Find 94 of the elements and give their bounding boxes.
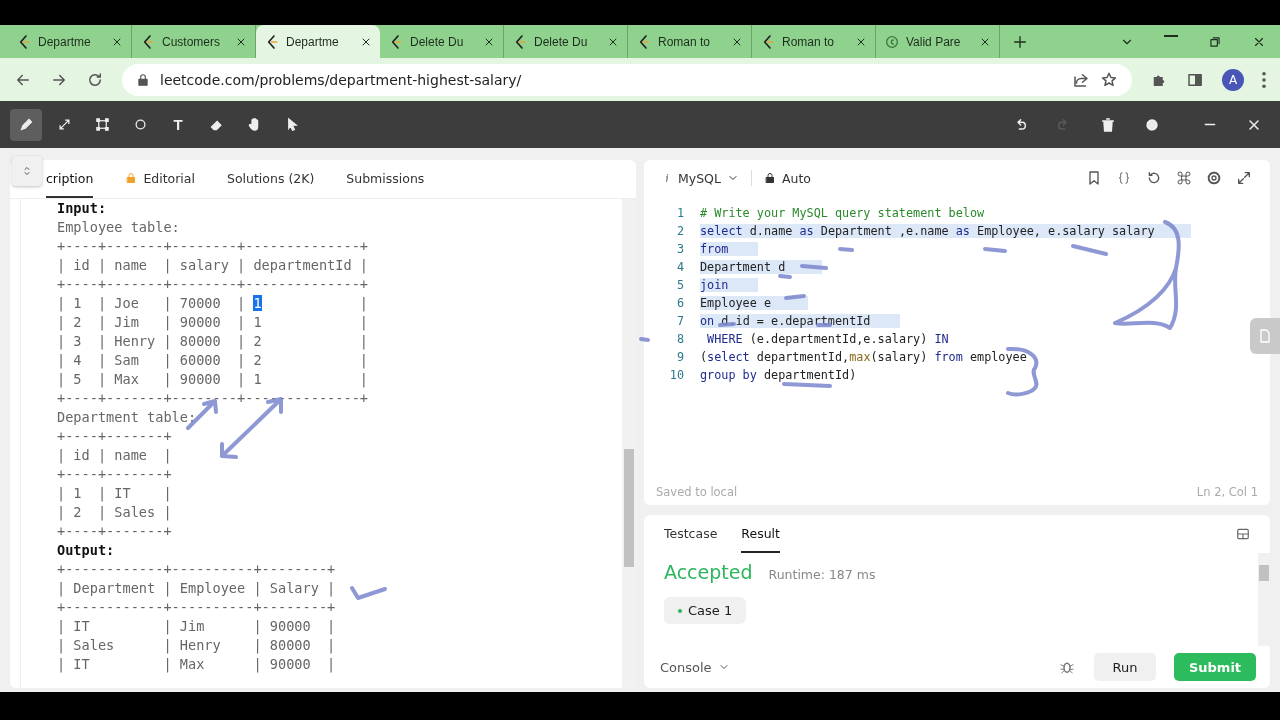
table-text-line: +----+-------+--------+--------------+ xyxy=(57,389,368,408)
profile-avatar[interactable]: A xyxy=(1222,68,1244,91)
address-bar[interactable]: leetcode.com/problems/department-highest-salary/ xyxy=(122,63,1132,96)
table-text-line: +------------+----------+--------+ xyxy=(57,560,336,579)
circle-logo-icon xyxy=(884,33,900,50)
panel-tab[interactable]: Editorial xyxy=(125,160,195,198)
star-icon xyxy=(1100,70,1118,89)
lock-icon xyxy=(125,172,138,184)
toggle-button[interactable] xyxy=(12,156,42,186)
table-text-line: | 1 | IT | xyxy=(57,484,172,503)
line-number: 2 xyxy=(675,224,684,238)
minimize-icon[interactable] xyxy=(1164,34,1178,37)
reset-icon xyxy=(1146,170,1162,186)
line-number: 4 xyxy=(675,260,684,274)
cursor-position: Ln 2, Col 1 xyxy=(1196,485,1258,499)
table-text-line: Department table: xyxy=(57,408,197,427)
layout-icon xyxy=(1236,527,1250,541)
line-number: 8 xyxy=(675,332,684,346)
table-text-line: +----+-------+ xyxy=(57,522,172,541)
line-number: 5 xyxy=(675,278,684,292)
table-text-line: | IT | Max | 90000 | xyxy=(57,655,336,674)
url-text: leetcode.com/problems/department-highest-salary/ xyxy=(160,71,523,88)
table-text-line: +----+-------+--------+--------------+ xyxy=(57,237,368,256)
table-text-line: | 1 | Joe | 70000 | 1 | xyxy=(57,294,368,313)
more-icon[interactable] xyxy=(1262,71,1266,88)
table-text-line: +----+-------+--------+--------------+ xyxy=(57,275,368,294)
table-text-line: +------------+----------+--------+ xyxy=(57,598,336,617)
pen-stroke xyxy=(784,294,806,300)
code-line[interactable]: # Write your MySQL query statement below xyxy=(700,206,985,220)
line-number: 6 xyxy=(675,296,684,310)
table-text-line: | 5 | Max | 90000 | 1 | xyxy=(57,370,368,389)
code-line[interactable]: WHERE (e.departmentId,e.salary) IN xyxy=(700,332,949,346)
scrollbar[interactable] xyxy=(1258,553,1270,646)
restore-icon xyxy=(1208,34,1222,49)
panel-tab[interactable]: Submissions xyxy=(346,160,425,198)
line-icon xyxy=(56,117,72,132)
table-text-line: | id | name | salary | departmentId | xyxy=(57,256,368,275)
table-text-line: | 2 | Jim | 90000 | 1 | xyxy=(57,313,368,332)
pen-stroke xyxy=(639,337,650,342)
runtime-text: Runtime: 187 ms xyxy=(768,567,876,582)
case-chip[interactable]: Case 1 xyxy=(664,597,747,624)
auto-mode-toggle[interactable]: Auto xyxy=(763,170,811,186)
browser-tab[interactable]: Departme xyxy=(256,25,380,58)
table-text-line: Employee table: xyxy=(57,218,180,237)
file-icon xyxy=(1257,328,1273,344)
pen-stroke xyxy=(778,274,792,279)
table-text-line: | Department | Employee | Salary | xyxy=(57,579,336,598)
pen-stroke xyxy=(838,247,854,252)
line-number: 9 xyxy=(675,350,684,364)
line-number: 10 xyxy=(668,368,684,382)
panel-tab[interactable]: Solutions (2K) xyxy=(227,160,315,198)
up-down-chevron-icon xyxy=(21,165,33,177)
lock-icon xyxy=(763,172,776,184)
pen-stroke xyxy=(983,247,1007,253)
table-text-line: +----+-------+ xyxy=(57,465,172,484)
pen-stroke xyxy=(1071,244,1108,256)
line-number: 7 xyxy=(675,314,684,328)
table-text-line: +----+-------+ xyxy=(57,427,172,446)
pen-tool[interactable] xyxy=(10,108,42,141)
new-tab-icon xyxy=(1012,33,1028,50)
language-dropdown[interactable]: MySQL xyxy=(662,170,739,186)
code-line[interactable]: group by departmentId) xyxy=(700,368,857,382)
result-status: Accepted xyxy=(664,561,753,583)
line-number: 3 xyxy=(675,242,684,256)
section-heading: Output: xyxy=(57,541,115,560)
console-dropdown[interactable]: Console xyxy=(660,659,730,675)
code-line[interactable]: (select departmentId,max(salary) from employee xyxy=(700,350,1027,364)
pen-stroke xyxy=(800,264,828,270)
line-number: 1 xyxy=(675,206,684,220)
command-icon xyxy=(1176,170,1192,186)
table-text-line: | IT | Jim | 90000 | xyxy=(57,617,336,636)
pen-stroke xyxy=(782,382,832,388)
result-tab[interactable]: Testcase xyxy=(664,515,718,553)
panel-tab[interactable]: cription xyxy=(46,160,94,198)
settings-icon xyxy=(1206,170,1222,186)
rect-icon xyxy=(94,117,110,132)
text-tool[interactable]: T xyxy=(162,108,194,141)
lock-icon xyxy=(136,72,150,87)
run-button[interactable]: Run xyxy=(1094,653,1156,681)
result-tab[interactable]: Result xyxy=(741,515,780,553)
reload-icon xyxy=(86,70,104,89)
table-text-line: | id | name | xyxy=(57,446,172,465)
table-text-line: | 2 | Sales | xyxy=(57,503,172,522)
section-heading: Input: xyxy=(57,199,107,218)
bookmark-icon xyxy=(1086,170,1102,186)
expand-icon xyxy=(1236,170,1252,186)
braces-icon xyxy=(1116,170,1132,186)
save-status: Saved to local xyxy=(656,485,738,499)
pen-stroke xyxy=(350,586,387,600)
pen-icon xyxy=(18,117,34,132)
circle-icon xyxy=(132,117,148,132)
table-text-line: | 4 | Sam | 60000 | 2 | xyxy=(57,351,368,370)
table-text-line: | 3 | Henry | 80000 | 2 | xyxy=(57,332,368,351)
table-text-line: | Sales | Henry | 80000 | xyxy=(57,636,336,655)
